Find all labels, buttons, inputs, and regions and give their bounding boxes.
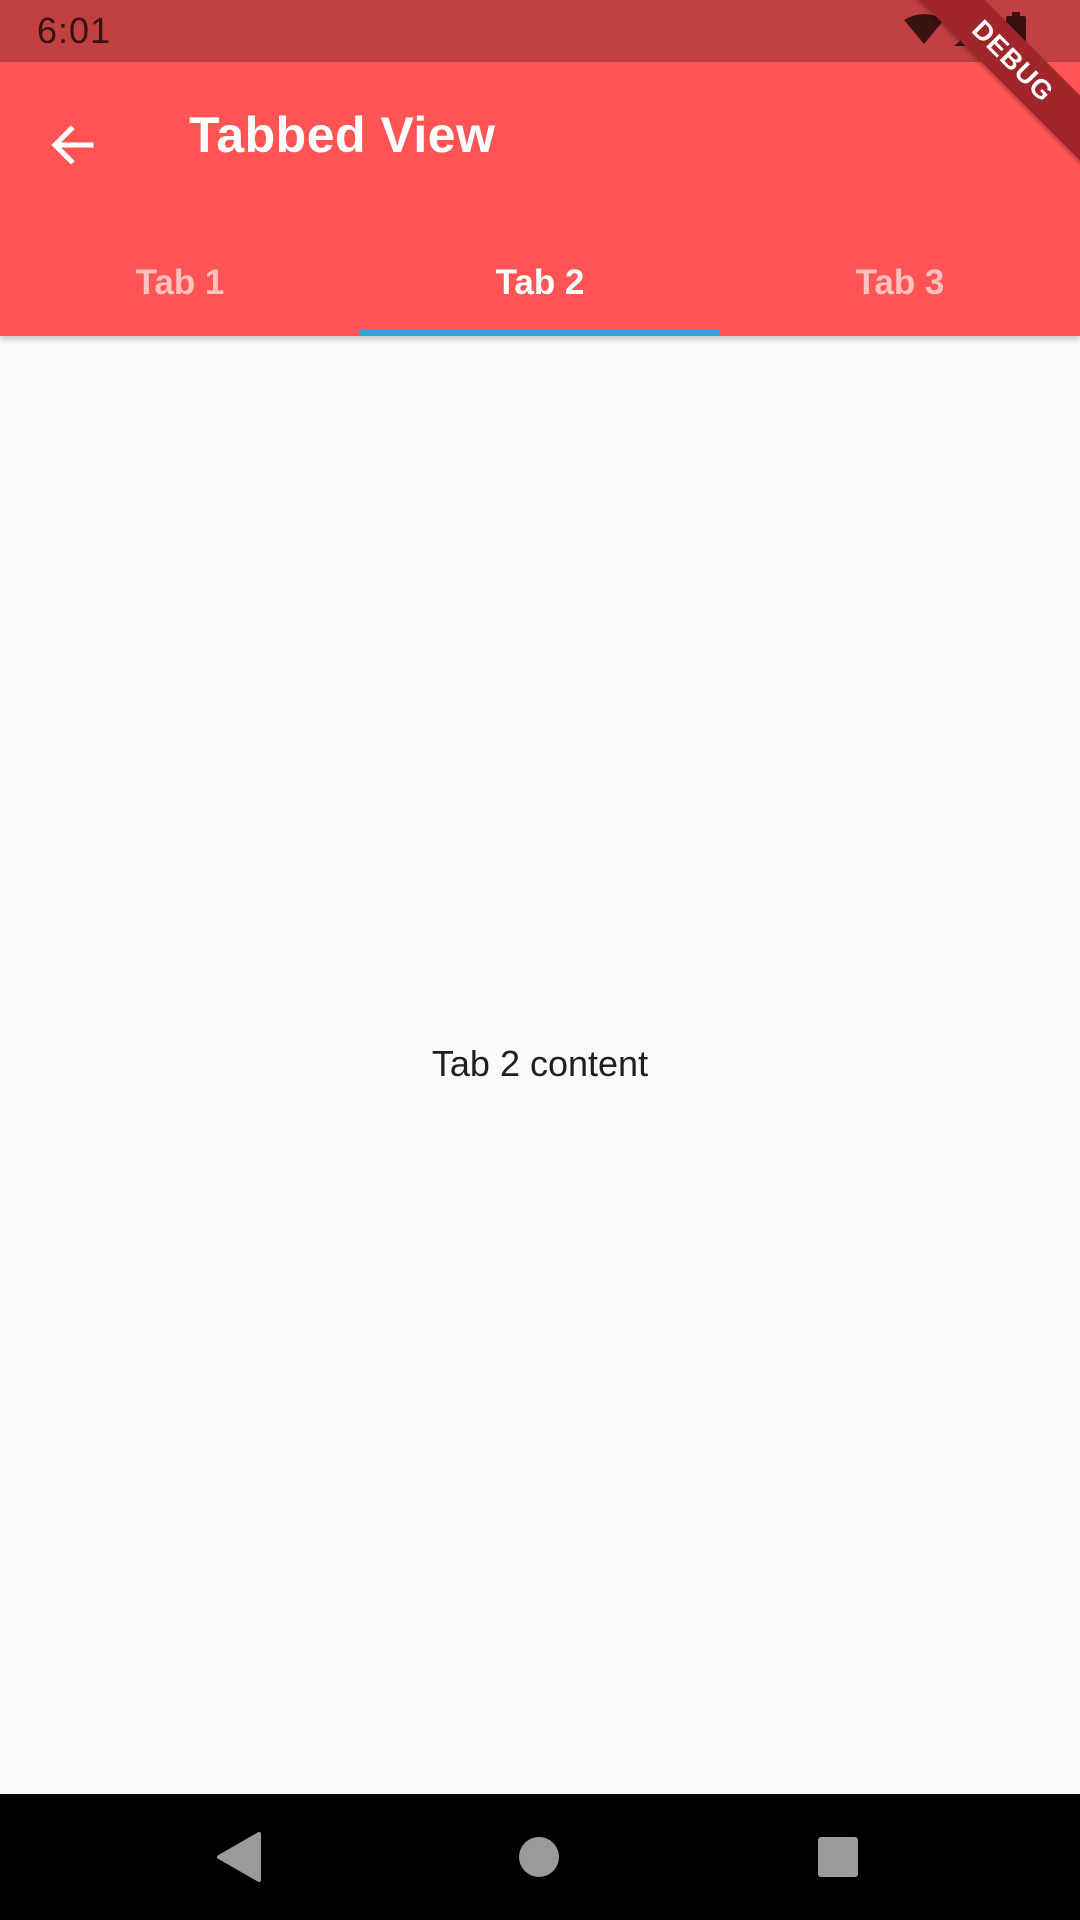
tab-content: Tab 2 content (0, 336, 1080, 1794)
back-button[interactable] (28, 100, 118, 190)
app-bar: Tabbed View Tab 1 Tab 2 Tab 3 (0, 62, 1080, 336)
tab-indicator (360, 330, 720, 336)
nav-home-button[interactable] (506, 1824, 572, 1890)
nav-recents-button[interactable] (805, 1824, 871, 1890)
status-time: 6:01 (37, 10, 112, 51)
home-circle-icon (519, 1837, 559, 1877)
tab-bar: Tab 1 Tab 2 Tab 3 (0, 230, 1080, 336)
tab-2[interactable]: Tab 2 (360, 230, 720, 336)
content-text: Tab 2 content (431, 1043, 649, 1084)
tab-1[interactable]: Tab 1 (0, 230, 360, 336)
system-nav-bar (0, 1794, 1080, 1920)
status-bar: 6:01 (0, 0, 1080, 62)
tab-label: Tab 2 (495, 263, 585, 302)
tab-label: Tab 3 (855, 263, 945, 302)
arrow-back-icon (51, 125, 94, 165)
page-title: Tabbed View (189, 107, 496, 163)
nav-back-button[interactable] (205, 1824, 271, 1890)
tab-label: Tab 1 (135, 263, 225, 302)
recents-square-icon (818, 1837, 858, 1877)
tab-3[interactable]: Tab 3 (720, 230, 1080, 336)
back-triangle-icon (217, 1832, 261, 1882)
